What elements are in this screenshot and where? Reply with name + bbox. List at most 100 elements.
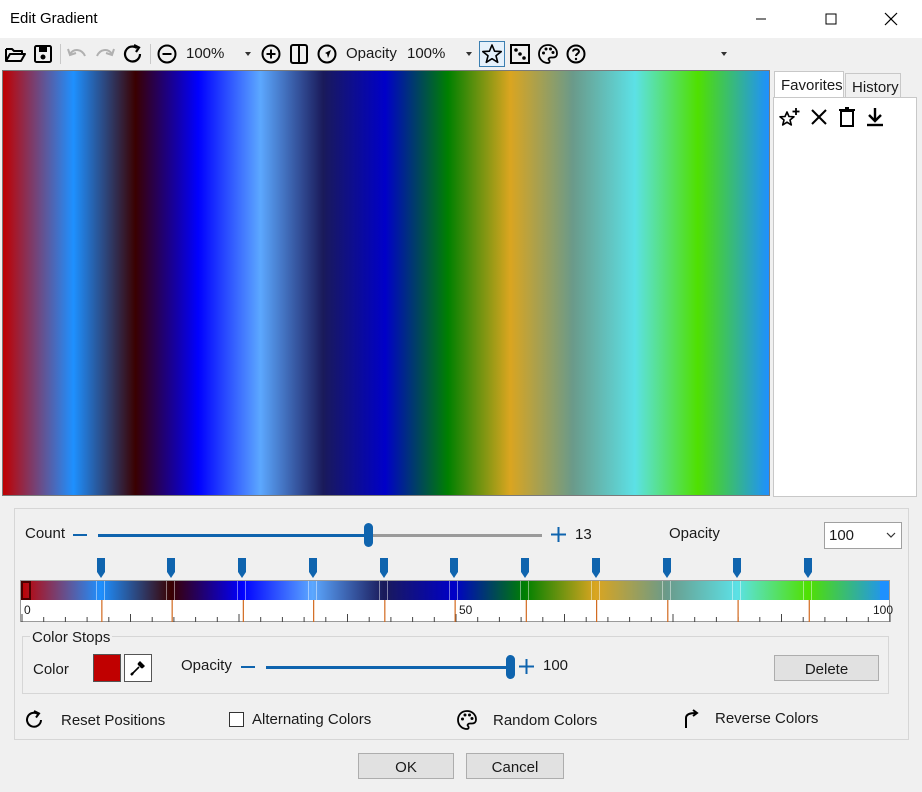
trash-icon xyxy=(839,107,855,127)
zoom-out-button[interactable] xyxy=(154,41,180,67)
navigate-button[interactable] xyxy=(314,41,340,67)
stop-handle[interactable] xyxy=(590,581,600,600)
remove-favorite-button[interactable] xyxy=(808,106,830,131)
selected-stop-handle[interactable] xyxy=(21,581,31,600)
stop-handle[interactable] xyxy=(449,581,459,600)
stop-opacity-label: Opacity xyxy=(181,657,232,674)
maximize-button[interactable] xyxy=(808,0,854,38)
count-slider-thumb[interactable] xyxy=(364,523,374,547)
split-view-icon xyxy=(290,44,308,64)
stop-handle[interactable] xyxy=(95,581,105,600)
import-favorites-button[interactable] xyxy=(864,106,886,131)
reverse-colors-icon[interactable] xyxy=(680,709,702,731)
minimize-button[interactable] xyxy=(738,0,784,38)
alternating-colors-label[interactable]: Alternating Colors xyxy=(252,711,371,728)
folder-open-icon xyxy=(5,48,26,62)
help-button[interactable] xyxy=(563,41,589,67)
cancel-button[interactable]: Cancel xyxy=(466,753,564,779)
random-colors-button[interactable]: Random Colors xyxy=(493,712,597,729)
eyedropper-button[interactable] xyxy=(124,654,152,682)
reset-positions-button[interactable]: Reset Positions xyxy=(61,712,165,729)
maximize-icon xyxy=(825,13,837,25)
chevron-down-icon xyxy=(886,532,896,538)
favorite-button[interactable] xyxy=(479,41,505,67)
color-label: Color xyxy=(33,661,69,678)
stop-opacity-fill xyxy=(266,666,510,669)
zoom-value[interactable]: 100% xyxy=(186,45,224,62)
opacity-select-value: 100 xyxy=(829,527,855,544)
reset-positions-icon[interactable] xyxy=(24,709,46,731)
stop-marker[interactable] xyxy=(520,558,530,579)
zoom-dropdown-caret[interactable] xyxy=(245,52,251,56)
stop-handle[interactable] xyxy=(378,581,388,600)
tab-favorites[interactable]: Favorites xyxy=(774,71,844,97)
title-bar: Edit Gradient xyxy=(0,0,922,38)
stop-opacity-thumb[interactable] xyxy=(505,655,515,679)
gradient-stop-bar[interactable] xyxy=(20,580,890,601)
toolbar-opacity-value[interactable]: 100% xyxy=(407,45,445,62)
stop-marker[interactable] xyxy=(449,558,459,579)
toolbar-overflow-caret[interactable] xyxy=(721,52,727,56)
opacity-dropdown-caret[interactable] xyxy=(466,52,472,56)
count-decrease-icon[interactable] xyxy=(73,533,87,537)
gradient-preview[interactable] xyxy=(2,70,770,496)
toolbar-opacity-label: Opacity xyxy=(346,45,397,62)
stop-handle[interactable] xyxy=(803,581,813,600)
stop-handle[interactable] xyxy=(166,581,176,600)
reverse-colors-button[interactable]: Reverse Colors xyxy=(715,710,818,727)
color-stops-label: Color Stops xyxy=(30,629,113,646)
save-icon xyxy=(34,45,52,63)
delete-button[interactable]: Delete xyxy=(774,655,879,681)
random-button[interactable] xyxy=(507,41,533,67)
alternating-colors-checkbox[interactable] xyxy=(229,712,244,727)
stop-handle-end[interactable] xyxy=(880,581,889,600)
undo-icon xyxy=(67,48,86,57)
split-view-button[interactable] xyxy=(286,41,312,67)
add-favorite-button[interactable] xyxy=(778,106,802,131)
count-slider-fill xyxy=(98,534,369,537)
save-button[interactable] xyxy=(30,41,56,67)
stop-marker[interactable] xyxy=(732,558,742,579)
undo-button[interactable] xyxy=(64,41,90,67)
refresh-button[interactable] xyxy=(120,41,146,67)
ok-button[interactable]: OK xyxy=(358,753,454,779)
stop-marker[interactable] xyxy=(379,558,389,579)
stop-marker[interactable] xyxy=(166,558,176,579)
stop-marker[interactable] xyxy=(803,558,813,579)
stop-opacity-decrease-icon[interactable] xyxy=(241,665,255,669)
stop-handle[interactable] xyxy=(732,581,742,600)
stop-handle[interactable] xyxy=(520,581,530,600)
zoom-in-icon xyxy=(261,44,281,64)
stop-opacity-value: 100 xyxy=(543,657,569,674)
window-title: Edit Gradient xyxy=(10,10,98,27)
tab-history[interactable]: History xyxy=(845,73,901,97)
stop-handle[interactable] xyxy=(661,581,671,600)
opacity-label: Opacity xyxy=(669,525,720,542)
opacity-select[interactable]: 100 xyxy=(824,522,902,549)
close-button[interactable] xyxy=(868,0,914,38)
open-button[interactable] xyxy=(2,41,28,67)
random-colors-icon[interactable] xyxy=(456,709,478,731)
stop-marker[interactable] xyxy=(308,558,318,579)
color-swatch[interactable] xyxy=(93,654,121,682)
stop-handle[interactable] xyxy=(237,581,247,600)
close-icon xyxy=(884,12,898,26)
stop-handle[interactable] xyxy=(307,581,317,600)
eyedropper-icon xyxy=(130,661,145,676)
stop-marker[interactable] xyxy=(96,558,106,579)
minimize-icon xyxy=(756,18,766,20)
stop-marker[interactable] xyxy=(662,558,672,579)
zoom-in-button[interactable] xyxy=(258,41,284,67)
count-increase-icon[interactable] xyxy=(551,527,566,542)
stop-opacity-increase-icon[interactable] xyxy=(519,659,534,674)
redo-icon xyxy=(96,48,115,57)
palette-button[interactable] xyxy=(535,41,561,67)
position-ruler: 0 50 100 xyxy=(20,600,893,622)
gradient-settings-group xyxy=(14,508,909,740)
stop-marker[interactable] xyxy=(591,558,601,579)
stop-marker[interactable] xyxy=(237,558,247,579)
zoom-out-icon xyxy=(157,44,177,64)
clear-favorites-button[interactable] xyxy=(836,106,858,131)
redo-button[interactable] xyxy=(92,41,118,67)
palette-icon xyxy=(538,44,558,64)
